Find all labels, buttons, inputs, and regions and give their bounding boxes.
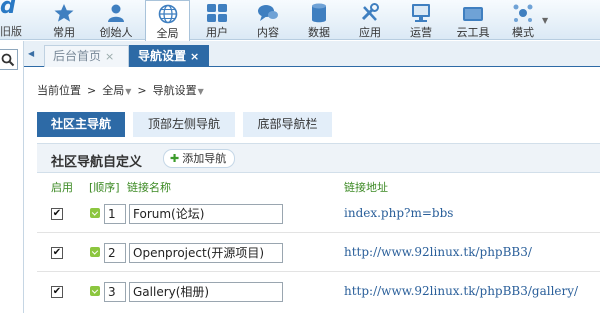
caret-down-icon[interactable]: ▼ [125, 87, 131, 96]
nav-item-mode[interactable]: 模式 [501, 0, 545, 40]
link-name-input[interactable]: Forum(论坛) [129, 204, 283, 224]
chat-icon [258, 5, 278, 21]
breadcrumb-separator: > [87, 84, 97, 97]
order-input[interactable]: 2 [104, 243, 126, 263]
link-url[interactable]: http://www.92linux.tk/phpBB3/gallery/ [344, 284, 578, 298]
add-nav-button[interactable]: ✚ 添加导航 [163, 149, 236, 168]
nav-label: 运营 [410, 26, 432, 39]
tools-icon [361, 3, 379, 21]
table-row: ✔ 3 Gallery(相册) http://www.92linux.tk/ph… [37, 274, 600, 311]
drag-handle-icon[interactable] [90, 286, 100, 296]
section-header: 社区导航自定义 ✚ 添加导航 [37, 143, 600, 173]
close-icon[interactable]: × [190, 50, 199, 63]
chevron-down-icon[interactable]: ▼ [542, 16, 548, 25]
tab-nav-settings[interactable]: 导航设置 × [129, 45, 209, 67]
order-input[interactable]: 1 [104, 204, 126, 224]
close-icon[interactable]: × [105, 50, 114, 63]
database-icon [312, 3, 326, 23]
globe-icon [158, 4, 177, 24]
nav-item-content[interactable]: 内容 [246, 0, 290, 40]
nav-item-cloud-tools[interactable]: 云工具 [450, 0, 496, 40]
table-row: ✔ 2 Openproject(开源项目) http://www.92linux… [37, 235, 600, 272]
nav-label: 应用 [359, 26, 381, 39]
nav-item-data[interactable]: 数据 [297, 0, 341, 40]
tab-label: 导航设置 [138, 49, 187, 63]
drag-handle-icon[interactable] [90, 247, 100, 257]
link-url[interactable]: http://www.92linux.tk/phpBB3/ [344, 245, 532, 259]
users-icon [207, 4, 227, 22]
nav-item-founder[interactable]: 创始人 [94, 0, 138, 40]
breadcrumb-separator: > [137, 84, 147, 97]
nav-label: 云工具 [456, 26, 490, 39]
nav-item-global[interactable]: 全局 [145, 0, 190, 41]
caret-down-icon[interactable]: ▼ [198, 87, 204, 96]
tab-admin-home[interactable]: 后台首页 × [44, 45, 129, 67]
subtab-footer-nav[interactable]: 底部导航栏 [243, 112, 332, 137]
add-nav-label: 添加导航 [182, 152, 227, 165]
nav-item-users[interactable]: 用户 [195, 0, 239, 40]
cloud-icon [463, 7, 483, 21]
molecule-icon [513, 4, 533, 22]
person-icon [108, 4, 124, 22]
link-url[interactable]: index.php?m=bbs [344, 206, 453, 220]
tab-label: 后台首页 [53, 49, 102, 63]
nav-item-apps[interactable]: 应用 [348, 0, 392, 40]
nav-item-common[interactable]: 常用 [42, 0, 86, 40]
tab-scroll-left-icon[interactable]: ◀ [28, 49, 34, 58]
top-navigation-bar: d 旧版 常用 创始人 全局 用户 内容 数据 应用 运营 云工具 模式 ▼ [0, 0, 600, 41]
monitor-icon [412, 4, 430, 22]
drag-handle-icon[interactable] [90, 208, 100, 218]
table-row: ✔ 1 Forum(论坛) index.php?m=bbs [37, 196, 600, 233]
subtab-top-left-nav[interactable]: 顶部左侧导航 [133, 112, 235, 137]
sidebar-search-button[interactable] [0, 49, 18, 70]
old-version-link[interactable]: 旧版 [0, 23, 22, 39]
order-input[interactable]: 3 [104, 282, 126, 302]
col-order[interactable]: [顺序] [89, 179, 120, 195]
star-icon [54, 4, 74, 22]
search-icon [1, 53, 15, 67]
section-title: 社区导航自定义 [51, 155, 143, 170]
col-name: 链接名称 [127, 181, 171, 194]
link-name-input[interactable]: Openproject(开源项目) [129, 243, 283, 263]
nav-label: 创始人 [99, 26, 133, 39]
subtab-main-nav[interactable]: 社区主导航 [37, 112, 125, 137]
nav-label: 模式 [512, 26, 534, 39]
breadcrumb-nav-settings[interactable]: 导航设置 [153, 84, 197, 97]
col-url: 链接地址 [344, 181, 388, 194]
nav-label: 用户 [206, 26, 228, 39]
sidebar-divider [23, 41, 24, 313]
enabled-checkbox[interactable]: ✔ [51, 247, 63, 259]
breadcrumb-label: 当前位置 [37, 84, 81, 97]
nav-label: 数据 [308, 26, 330, 39]
nav-label: 内容 [257, 26, 279, 39]
col-enabled: 启用 [51, 181, 73, 194]
breadcrumb: 当前位置 > 全局▼ > 导航设置▼ [37, 82, 204, 98]
logo-mark: d [0, 0, 16, 19]
enabled-checkbox[interactable]: ✔ [51, 286, 63, 298]
nav-label: 常用 [53, 26, 75, 39]
breadcrumb-global[interactable]: 全局 [102, 84, 124, 97]
nav-item-operations[interactable]: 运营 [399, 0, 443, 40]
link-name-input[interactable]: Gallery(相册) [129, 282, 283, 302]
nav-label: 全局 [156, 27, 179, 40]
enabled-checkbox[interactable]: ✔ [51, 208, 63, 220]
logo[interactable]: d 旧版 [0, 0, 40, 40]
plus-icon: ✚ [170, 152, 180, 165]
